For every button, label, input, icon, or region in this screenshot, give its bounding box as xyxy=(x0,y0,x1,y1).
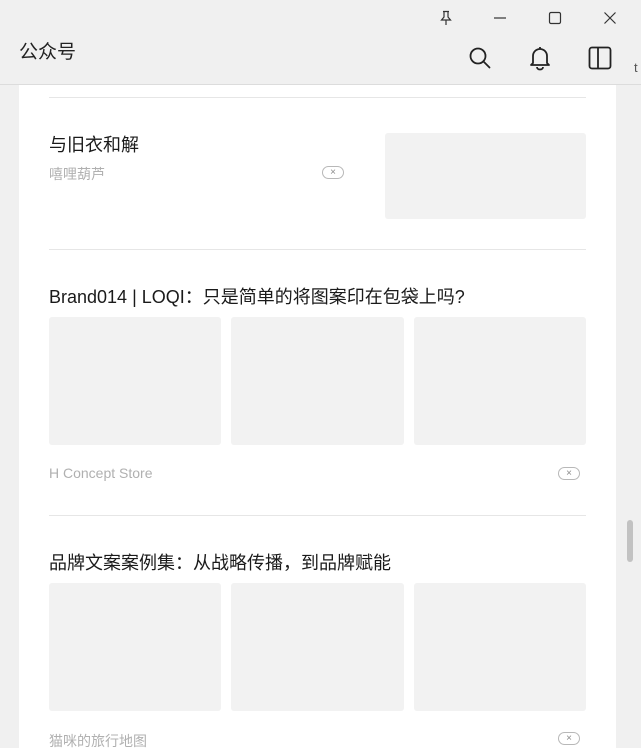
app-title: 公众号 xyxy=(19,42,77,63)
article-thumbnail[interactable] xyxy=(414,317,586,445)
dismiss-button[interactable]: × xyxy=(322,166,344,179)
minimize-icon xyxy=(494,17,506,19)
article-title[interactable]: 品牌文案案例集：从战略传播，到品牌赋能 xyxy=(49,549,391,575)
article-thumbnail[interactable] xyxy=(49,583,221,711)
dismiss-button[interactable]: × xyxy=(558,467,580,480)
article-source[interactable]: 嘻哩葫芦 xyxy=(49,164,105,184)
clipped-edge-glyph: t xyxy=(634,60,638,75)
divider xyxy=(49,249,586,250)
article-thumbnail[interactable] xyxy=(49,317,221,445)
article-source[interactable]: 猫咪的旅行地图 xyxy=(49,731,147,748)
maximize-button[interactable] xyxy=(540,4,570,32)
dismiss-button[interactable]: × xyxy=(558,732,580,745)
sidebar-toggle-button[interactable] xyxy=(582,40,618,76)
search-icon xyxy=(469,47,491,69)
article-thumbnail[interactable] xyxy=(414,583,586,711)
article-title[interactable]: Brand014 | LOQI：只是简单的将图案印在包袋上吗? xyxy=(49,283,465,309)
close-button[interactable] xyxy=(595,4,625,32)
sidebar-toggle-icon xyxy=(588,46,612,70)
pin-button[interactable] xyxy=(431,4,461,32)
divider xyxy=(49,97,586,98)
article-thumbnail[interactable] xyxy=(385,133,586,219)
bell-icon xyxy=(530,47,550,71)
article-feed[interactable]: 与旧衣和解 嘻哩葫芦 × Brand014 | LOQI：只是简单的将图案印在包… xyxy=(19,85,616,748)
notifications-button[interactable] xyxy=(522,40,558,76)
title-bar: 公众号 t xyxy=(0,0,641,85)
article-thumbnail[interactable] xyxy=(231,583,404,711)
article-title[interactable]: 与旧衣和解 xyxy=(49,131,139,157)
article-thumbnail[interactable] xyxy=(231,317,404,445)
minimize-button[interactable] xyxy=(485,4,515,32)
pin-icon xyxy=(440,10,452,25)
scrollbar-thumb[interactable] xyxy=(627,520,633,562)
search-button[interactable] xyxy=(462,40,498,76)
article-source[interactable]: H Concept Store xyxy=(49,465,153,481)
close-icon xyxy=(604,12,616,24)
divider xyxy=(49,515,586,516)
maximize-icon xyxy=(548,11,562,25)
